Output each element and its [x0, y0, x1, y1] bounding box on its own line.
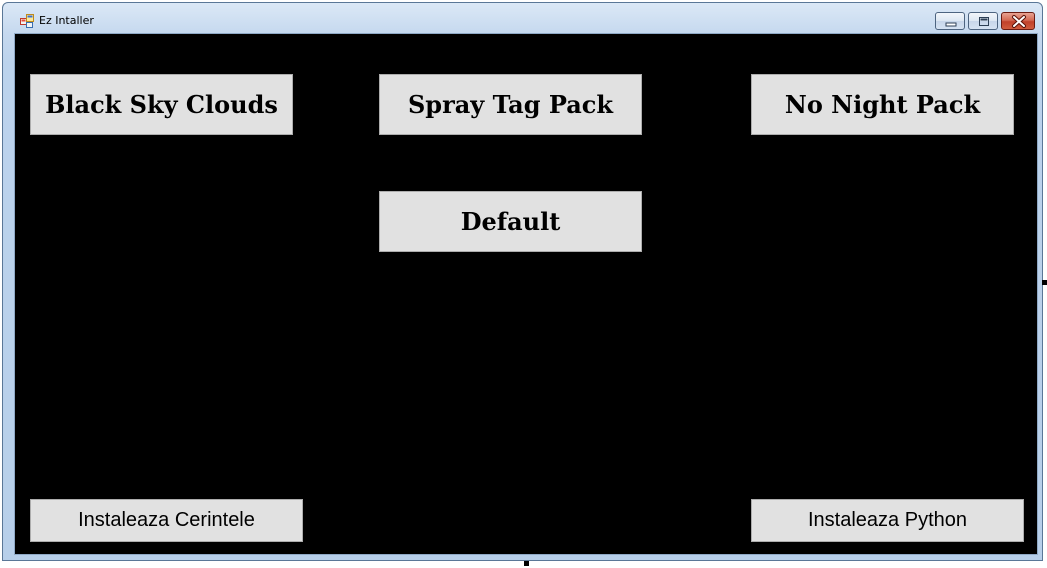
black-sky-clouds-button[interactable]: Black Sky Clouds	[30, 74, 293, 135]
minimize-button[interactable]	[935, 12, 965, 30]
resize-handle-right[interactable]	[1042, 280, 1047, 285]
maximize-button[interactable]	[968, 12, 998, 30]
spray-tag-pack-button[interactable]: Spray Tag Pack	[379, 74, 642, 135]
minimize-icon	[945, 22, 957, 27]
window-title: Ez Intaller	[39, 14, 94, 27]
form-client-area: Black Sky Clouds Spray Tag Pack No Night…	[15, 34, 1037, 554]
close-icon	[1012, 15, 1026, 28]
instaleaza-cerintele-button[interactable]: Instaleaza Cerintele	[30, 499, 303, 542]
app-window: Ez Intaller Black Sky Clouds Spray Tag P…	[2, 2, 1043, 561]
no-night-pack-button[interactable]: No Night Pack	[751, 74, 1014, 135]
default-button[interactable]: Default	[379, 191, 642, 252]
maximize-icon	[979, 17, 989, 26]
resize-handle-bottom[interactable]	[524, 561, 529, 566]
app-window-icon[interactable]	[20, 14, 35, 29]
close-button[interactable]	[1001, 12, 1035, 30]
instaleaza-python-button[interactable]: Instaleaza Python	[751, 499, 1024, 542]
title-bar[interactable]: Ez Intaller	[3, 3, 1042, 34]
